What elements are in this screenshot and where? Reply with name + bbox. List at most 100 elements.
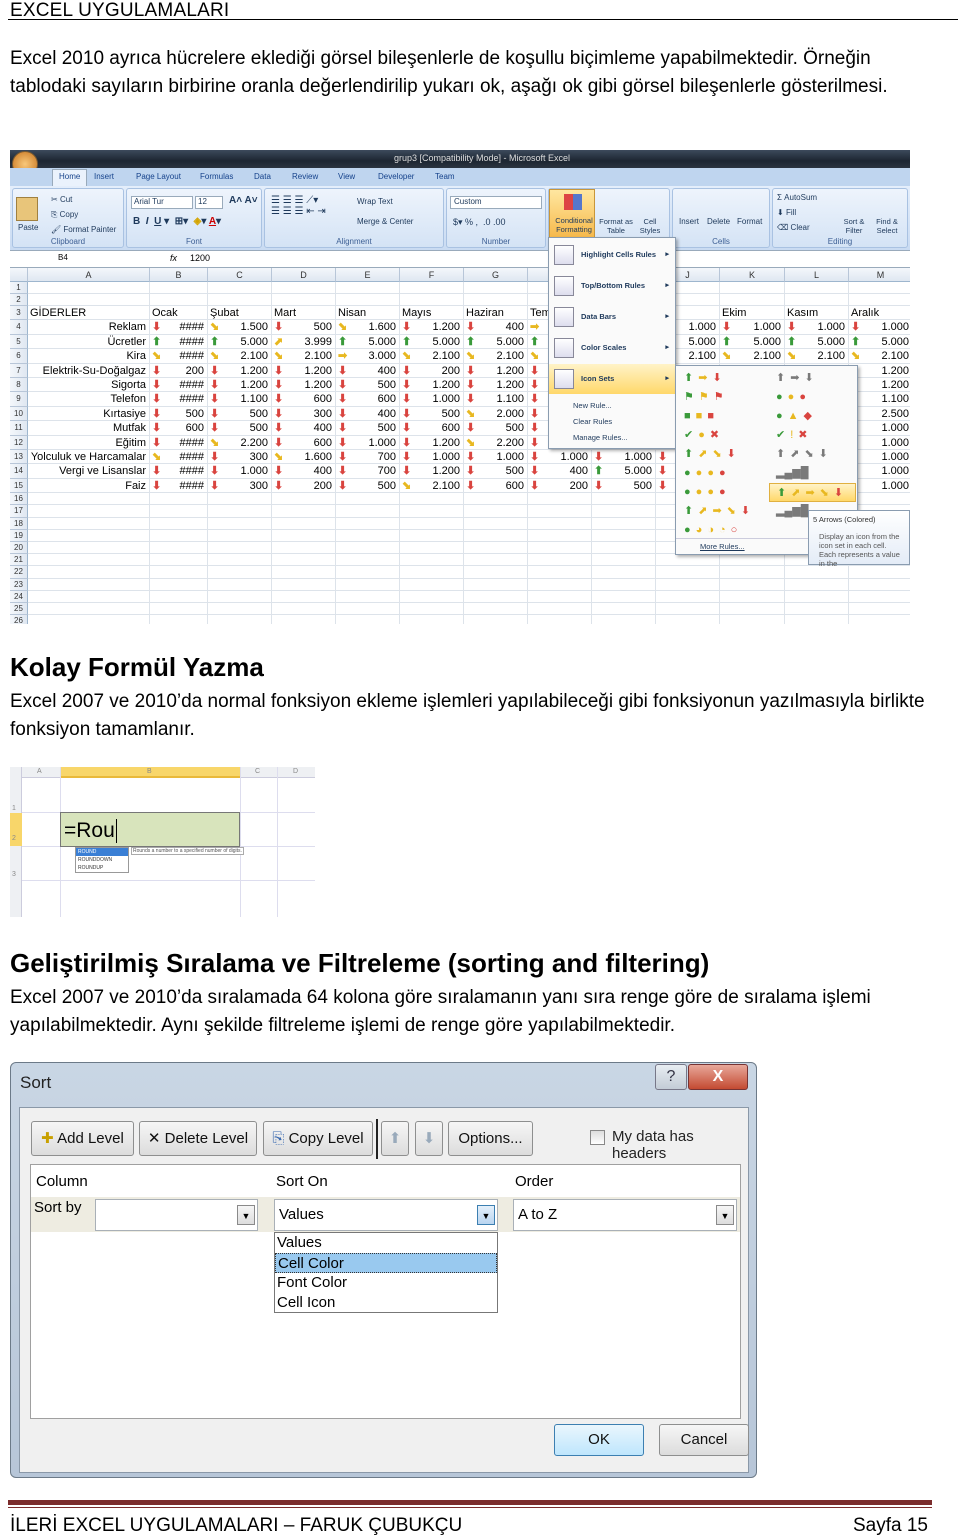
cell[interactable]: Nisan — [336, 306, 400, 321]
row-header-7[interactable]: 7 — [10, 363, 28, 378]
sort-on-option[interactable]: Font Color — [275, 1273, 497, 1293]
cell[interactable]: ⬇ 1.100 — [464, 392, 528, 407]
cell[interactable] — [528, 542, 592, 555]
row-header-4[interactable]: 4 — [10, 320, 28, 335]
cell[interactable] — [592, 615, 656, 624]
cell[interactable]: ⬇ 200 — [272, 478, 336, 494]
cell[interactable]: ⬆ 5.000 — [785, 334, 849, 350]
sort-on-option[interactable]: Cell Color — [275, 1253, 497, 1273]
add-level-button[interactable]: ✚ Add Level — [31, 1121, 134, 1156]
autocomplete-item[interactable]: ROUNDUP — [76, 864, 128, 872]
tab-home[interactable]: Home — [52, 169, 88, 186]
cell[interactable]: ⬊ 2.100 — [400, 349, 464, 364]
cell[interactable] — [336, 590, 400, 603]
cell[interactable]: ⬇ 1.200 — [400, 435, 464, 450]
cell[interactable] — [464, 566, 528, 579]
cell[interactable] — [400, 578, 464, 591]
cell[interactable] — [464, 615, 528, 624]
cf-menu-item-manage-rules-[interactable]: Manage Rules... — [549, 430, 675, 445]
row-header-14[interactable]: 14 — [10, 464, 28, 479]
sort-filter-button[interactable]: Sort & Filter — [839, 217, 869, 235]
cell[interactable]: ⬊ #### — [150, 349, 208, 364]
cell[interactable] — [208, 578, 272, 591]
cell[interactable]: ⬇ 600 — [272, 392, 336, 407]
headers-checkbox[interactable] — [590, 1130, 605, 1145]
cell[interactable] — [150, 578, 208, 591]
select-all-corner[interactable] — [10, 268, 28, 282]
cell[interactable] — [272, 615, 336, 624]
cell[interactable] — [592, 554, 656, 567]
cell[interactable]: ⬇ 1.000 — [849, 320, 910, 335]
cell[interactable] — [336, 529, 400, 542]
cell[interactable]: ⬇ 600 — [272, 435, 336, 450]
cell[interactable]: ⬇ 700 — [336, 450, 400, 465]
help-button[interactable]: ? — [655, 1064, 687, 1090]
cell[interactable] — [208, 615, 272, 624]
icon-set-option[interactable]: ⬆ ⬈ ➡ ⬊ ⬇ — [684, 502, 755, 521]
cell[interactable] — [150, 554, 208, 567]
cell[interactable]: ⬆ 5.000 — [592, 464, 656, 479]
cell[interactable]: ⬊ 2.100 — [400, 478, 464, 494]
cell[interactable] — [28, 493, 150, 506]
clear-button[interactable]: ⌫ Clear — [777, 223, 810, 232]
cell[interactable]: ⬇ 1.000 — [336, 435, 400, 450]
cell[interactable] — [528, 603, 592, 616]
font-size-select[interactable]: 12 — [195, 196, 223, 209]
cell[interactable]: Aralık — [849, 306, 910, 321]
cell[interactable]: Ocak — [150, 306, 208, 321]
cell[interactable]: ⬊ 2.000 — [464, 406, 528, 422]
cell[interactable]: Kırtasiye — [28, 406, 150, 422]
cell[interactable] — [464, 517, 528, 530]
cell[interactable]: Sigorta — [28, 378, 150, 393]
cell[interactable] — [272, 493, 336, 506]
cell[interactable] — [720, 294, 785, 306]
cell[interactable]: Vergi ve Lisanslar — [28, 464, 150, 479]
cell[interactable] — [208, 505, 272, 518]
cell[interactable] — [464, 493, 528, 506]
cell[interactable] — [400, 294, 464, 306]
cell[interactable] — [528, 493, 592, 506]
cf-menu-item-new-rule-[interactable]: New Rule... — [549, 398, 675, 413]
row-header-5[interactable]: 5 — [10, 334, 28, 350]
cell[interactable]: ⬇ 300 — [208, 450, 272, 465]
cell[interactable] — [28, 590, 150, 603]
cell[interactable]: ⬇ 1.000 — [208, 464, 272, 479]
cell[interactable]: ⬇ 500 — [592, 478, 656, 494]
cell[interactable]: 2.500 — [849, 407, 910, 422]
cell[interactable] — [272, 603, 336, 616]
format-as-table-button[interactable]: Format as Table — [599, 217, 633, 235]
cell[interactable]: Şubat — [208, 306, 272, 321]
tab-team[interactable]: Team — [435, 172, 455, 181]
cell[interactable]: ⬊ 1.600 — [272, 450, 336, 465]
cell[interactable] — [849, 566, 910, 579]
cell[interactable] — [208, 603, 272, 616]
cell[interactable]: ⬇ 300 — [272, 406, 336, 422]
cell[interactable] — [464, 554, 528, 567]
cell[interactable] — [150, 529, 208, 542]
cell[interactable] — [336, 517, 400, 530]
cell[interactable]: Telefon — [28, 392, 150, 407]
cell[interactable] — [528, 590, 592, 603]
wrap-text-button[interactable]: Wrap Text — [357, 197, 393, 206]
cell[interactable]: ⬇ 1.000 — [400, 392, 464, 407]
cell[interactable] — [400, 615, 464, 624]
copy-level-button[interactable]: ⎘ Copy Level — [263, 1121, 373, 1156]
close-button[interactable]: X — [688, 1064, 748, 1090]
cell[interactable] — [150, 505, 208, 518]
cell[interactable] — [28, 294, 150, 306]
row-header-18[interactable]: 18 — [10, 517, 28, 530]
cell[interactable]: ⬆ 5.000 — [849, 335, 910, 350]
cell[interactable]: ⬆ 5.000 — [336, 334, 400, 350]
cell[interactable] — [656, 578, 720, 591]
cell[interactable] — [400, 517, 464, 530]
row-header-23[interactable]: 23 — [10, 578, 28, 591]
row-header-1[interactable]: 1 — [12, 805, 16, 812]
cell[interactable]: ⬇ 500 — [208, 406, 272, 422]
number-format-icons[interactable]: $▾ % , .0 .00 — [453, 217, 506, 228]
cell[interactable] — [272, 505, 336, 518]
icon-set-option-5-arrows-colored[interactable]: ⬆ ⬈ ➡ ⬊ ⬇ — [769, 483, 857, 502]
cell[interactable] — [400, 603, 464, 616]
cell[interactable] — [208, 493, 272, 506]
cell[interactable] — [208, 590, 272, 603]
cell[interactable] — [336, 505, 400, 518]
